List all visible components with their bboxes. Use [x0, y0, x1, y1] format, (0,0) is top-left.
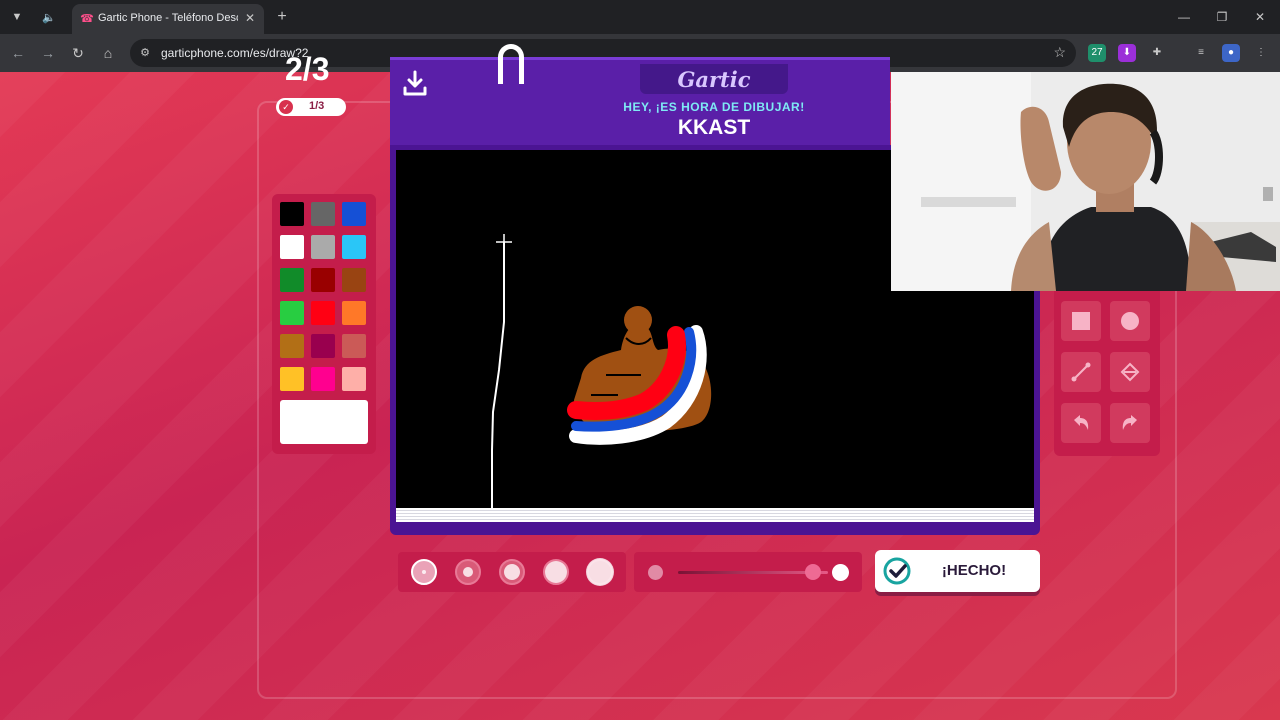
media-list-icon[interactable]: ≡ — [1192, 44, 1210, 62]
extensions-puzzle-icon[interactable]: ✚ — [1148, 44, 1166, 62]
color-swatch[interactable] — [342, 367, 366, 391]
line-tool[interactable] — [1061, 352, 1101, 392]
color-swatch[interactable] — [311, 202, 335, 226]
check-icon: ✓ — [279, 100, 293, 114]
home-icon[interactable]: ⌂ — [98, 43, 118, 63]
brush-size-dot — [422, 570, 426, 574]
color-palette — [272, 194, 376, 454]
brown-head — [624, 306, 652, 334]
tab-search-chevron-icon[interactable]: ▼ — [6, 6, 28, 28]
minimize-icon[interactable]: — — [1170, 6, 1198, 28]
bookmark-star-icon[interactable]: ☆ — [1053, 44, 1066, 61]
download-icon[interactable] — [402, 70, 428, 98]
browser-menu-icon[interactable]: ⋮ — [1252, 44, 1270, 62]
webcam-person-image — [891, 72, 1280, 291]
color-swatch[interactable] — [280, 301, 304, 325]
brush-size-option[interactable] — [455, 559, 481, 585]
reload-icon[interactable]: ↻ — [68, 43, 88, 63]
color-swatch[interactable] — [311, 235, 335, 259]
color-swatch[interactable] — [342, 268, 366, 292]
brush-size-option[interactable] — [543, 559, 569, 585]
done-check-icon — [883, 557, 911, 585]
color-swatch[interactable] — [280, 268, 304, 292]
brush-size-selector — [398, 552, 626, 592]
players-done-badge: ✓ 1/3 — [276, 98, 346, 116]
undo-tool[interactable] — [1061, 403, 1101, 443]
ellipse-fill-tool[interactable] — [1110, 301, 1150, 341]
round-counter: 2/3 — [285, 51, 330, 87]
players-done-count: 1/3 — [309, 100, 325, 112]
redo-tool[interactable] — [1110, 403, 1150, 443]
notebook-pages-edge — [396, 508, 1034, 522]
full-opacity-icon — [832, 564, 849, 581]
line-icon — [1071, 362, 1091, 382]
brush-size-option[interactable] — [586, 558, 614, 586]
restore-icon[interactable]: ❐ — [1208, 6, 1236, 28]
opacity-thumb[interactable] — [805, 564, 821, 580]
color-swatch[interactable] — [342, 202, 366, 226]
brush-size-option[interactable] — [499, 559, 525, 585]
opacity-slider — [634, 552, 862, 592]
paint-bucket-icon — [1120, 362, 1140, 382]
square-filled-icon — [1072, 312, 1090, 330]
extension-27-icon[interactable]: 27 — [1088, 44, 1106, 62]
done-button-label: ¡HECHO! — [941, 562, 1007, 579]
window-close-icon[interactable]: ✕ — [1246, 6, 1274, 28]
white-line-stroke — [491, 242, 505, 508]
brush-size-dot — [463, 567, 473, 577]
brush-size-dot — [586, 558, 614, 586]
crosshair-cursor-icon — [496, 234, 512, 250]
logo-text: Gartic — [677, 67, 751, 92]
color-swatch[interactable] — [280, 367, 304, 391]
color-swatch[interactable] — [342, 301, 366, 325]
profile-avatar-icon[interactable]: ● — [1222, 44, 1240, 62]
tab-close-icon[interactable]: ✕ — [242, 10, 258, 26]
color-swatch[interactable] — [342, 235, 366, 259]
new-tab-button[interactable]: + — [272, 7, 292, 27]
webcam-overlay — [891, 72, 1280, 291]
prompt-header: Gartic HEY, ¡ES HORA DE DIBUJAR! KKAST — [390, 44, 890, 148]
site-info-icon[interactable]: ⚙ — [138, 46, 152, 60]
forward-arrow-icon[interactable]: → — [38, 43, 58, 63]
color-swatch[interactable] — [280, 202, 304, 226]
gartic-favicon-icon: ☎ — [80, 13, 94, 25]
color-swatch[interactable] — [311, 334, 335, 358]
fill-bucket-tool[interactable] — [1110, 352, 1150, 392]
notebook-clip-icon — [498, 44, 524, 84]
brush-size-dot — [545, 561, 567, 583]
audio-speaker-icon[interactable]: 🔈 — [38, 6, 60, 28]
brush-size-option[interactable] — [411, 559, 437, 585]
color-swatch[interactable] — [311, 301, 335, 325]
rectangle-fill-tool[interactable] — [1061, 301, 1101, 341]
gartic-logo: Gartic — [640, 64, 788, 94]
back-arrow-icon[interactable]: ← — [8, 43, 28, 63]
low-opacity-icon — [648, 565, 663, 580]
color-swatch[interactable] — [280, 235, 304, 259]
download-extension-icon[interactable]: ⬇ — [1118, 44, 1136, 62]
color-swatch[interactable] — [280, 334, 304, 358]
done-button[interactable]: ¡HECHO! — [875, 550, 1040, 592]
undo-arrow-icon — [1074, 415, 1089, 430]
browser-tab-bar: ▼ 🔈 ☎ Gartic Phone - Teléfono Descon ✕ +… — [0, 0, 1280, 34]
brush-size-dot — [504, 564, 520, 580]
circle-filled-icon — [1121, 312, 1139, 330]
browser-tab[interactable]: ☎ Gartic Phone - Teléfono Descon ✕ — [72, 4, 264, 34]
tab-title: Gartic Phone - Teléfono Descon — [98, 12, 238, 24]
color-swatch[interactable] — [311, 268, 335, 292]
selected-color-preview — [280, 400, 368, 444]
color-swatch[interactable] — [342, 334, 366, 358]
color-swatch[interactable] — [311, 367, 335, 391]
redo-arrow-icon — [1122, 415, 1137, 430]
